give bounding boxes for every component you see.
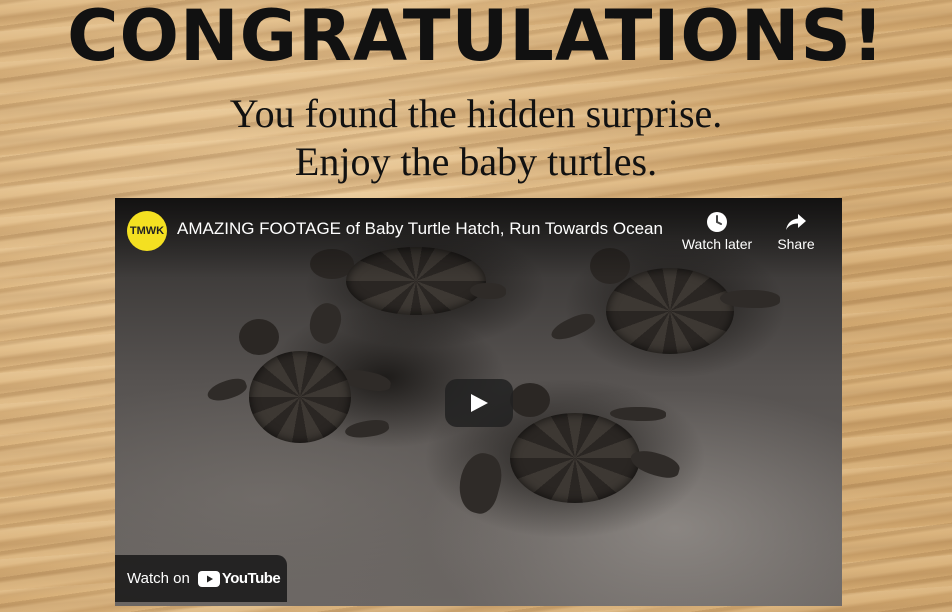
subtitle-line-1: You found the hidden surprise.	[229, 91, 723, 136]
congratulations-heading: CONGRATULATIONS!	[67, 0, 885, 77]
share-label: Share	[777, 236, 815, 252]
watch-on-label: Watch on	[127, 570, 190, 587]
share-arrow-icon	[775, 210, 817, 236]
youtube-logo: YouTube	[197, 570, 281, 587]
channel-avatar[interactable]: TMWK	[127, 211, 167, 251]
watch-later-button[interactable]: Watch later	[679, 210, 755, 252]
youtube-wordmark: YouTube	[221, 570, 281, 587]
youtube-embed[interactable]: TMWK AMAZING FOOTAGE of Baby Turtle Hatc…	[115, 198, 842, 606]
clock-icon	[679, 210, 755, 236]
subtitle-line-2: Enjoy the baby turtles.	[294, 139, 658, 184]
play-icon	[471, 394, 488, 412]
play-button[interactable]	[445, 379, 513, 427]
watch-on-youtube-button[interactable]: Watch on YouTube	[115, 555, 287, 602]
share-button[interactable]: Share	[775, 210, 817, 252]
youtube-play-icon	[197, 570, 220, 587]
video-title-link[interactable]: AMAZING FOOTAGE of Baby Turtle Hatch, Ru…	[177, 219, 677, 239]
watch-later-label: Watch later	[681, 236, 753, 252]
